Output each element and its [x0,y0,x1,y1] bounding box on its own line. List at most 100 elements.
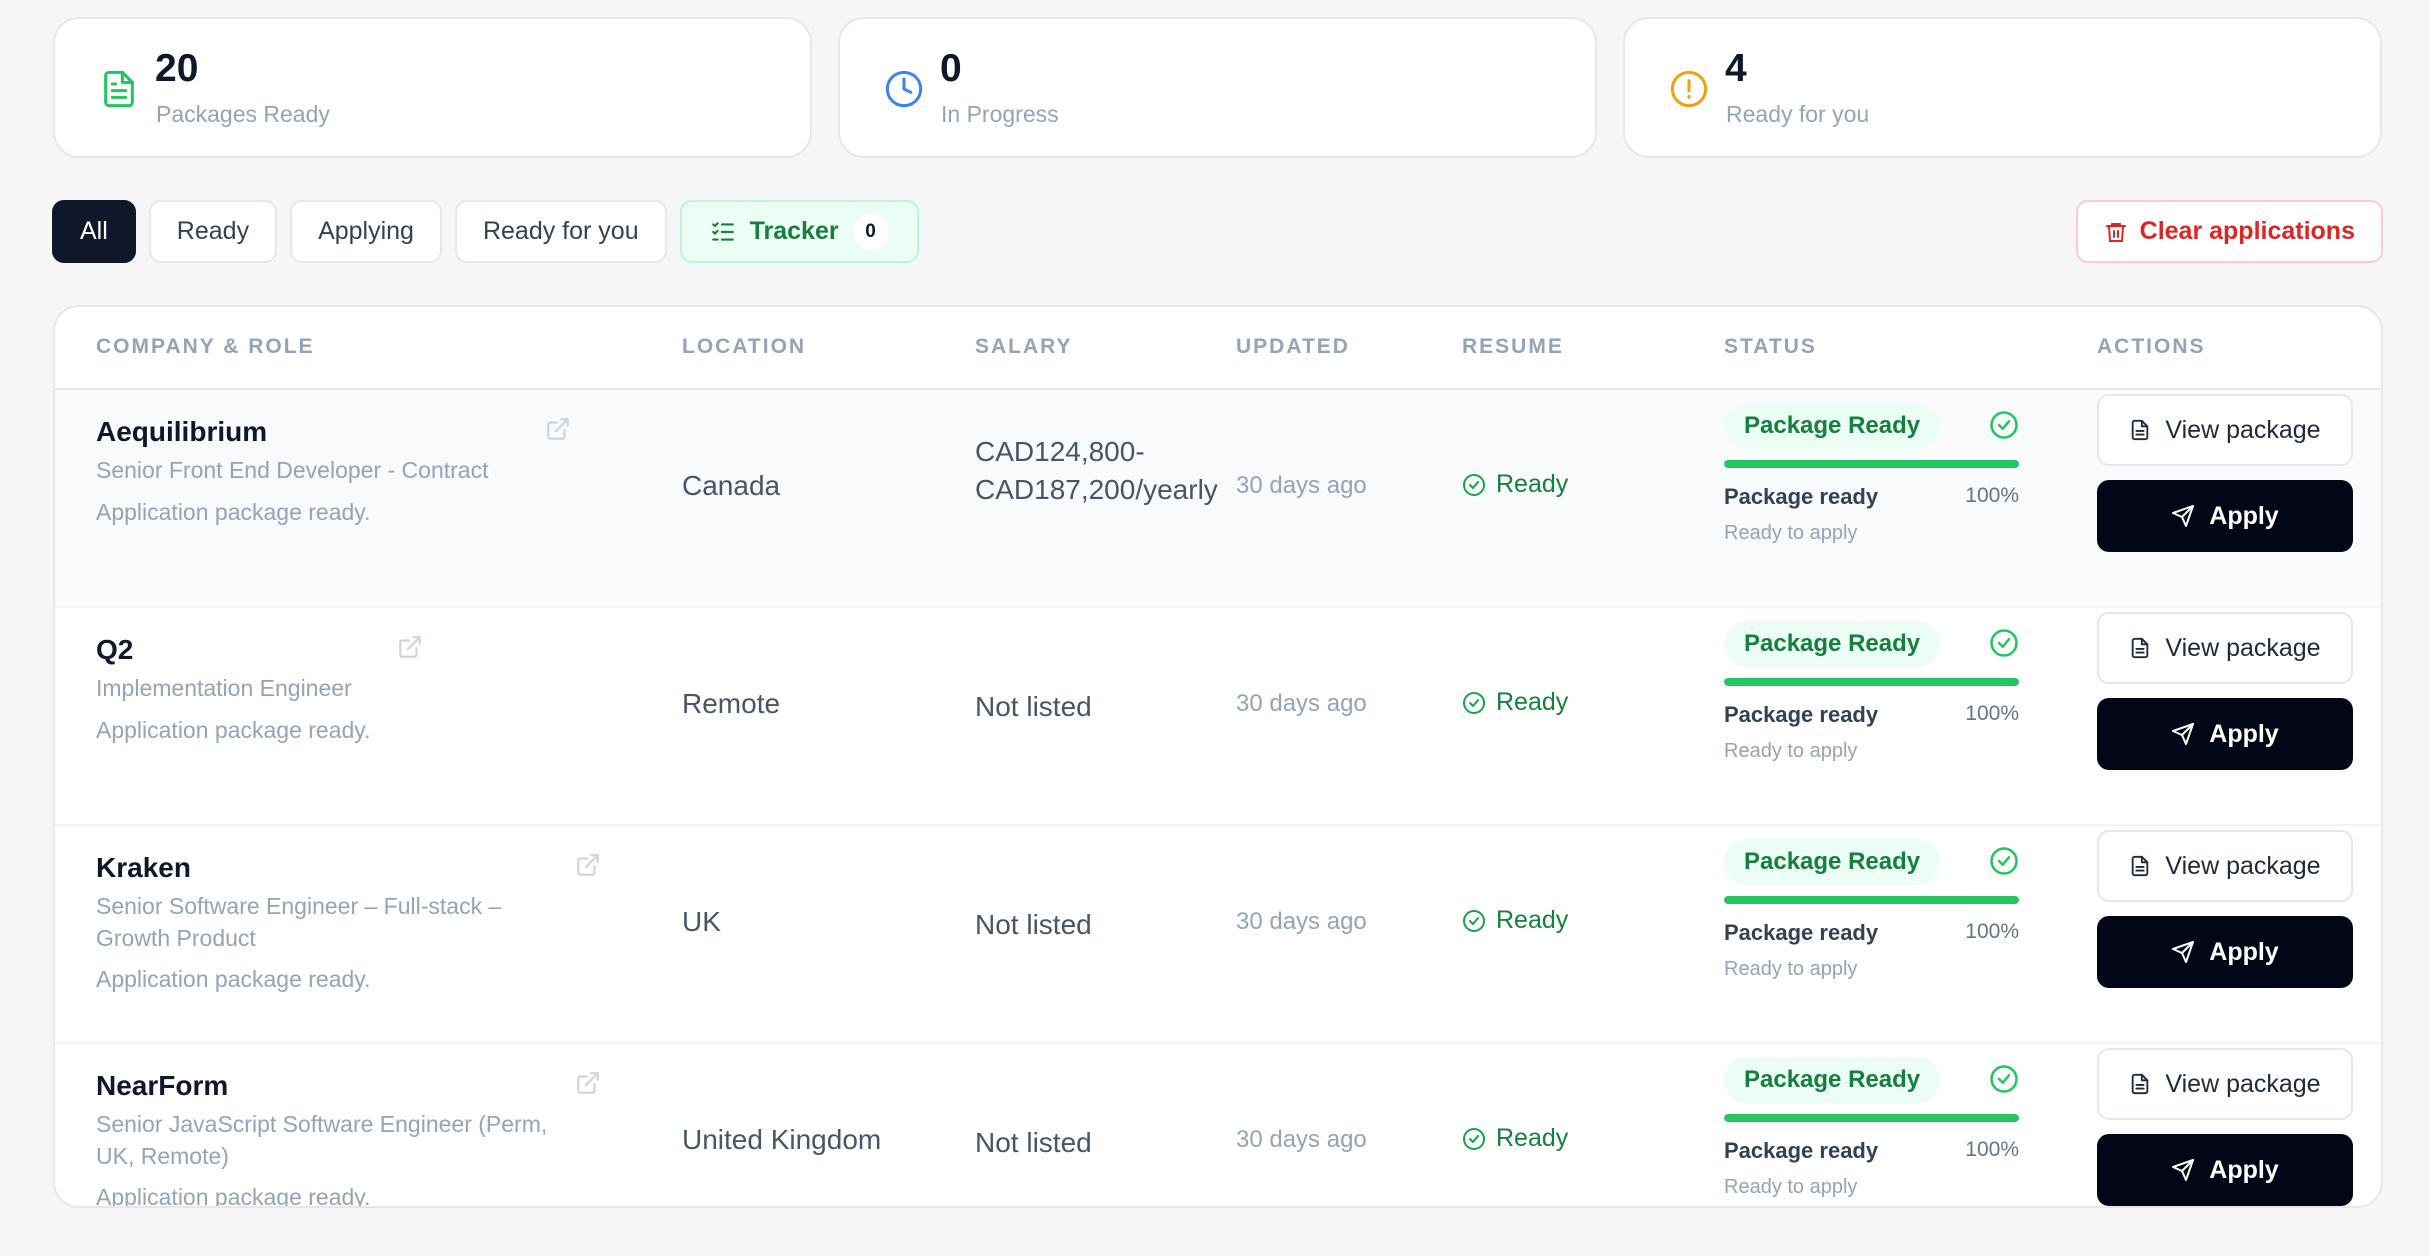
progress-percent: 100% [1965,920,2019,943]
updated-time: 30 days ago [1236,908,1367,935]
status-badge: Package Ready [1724,403,1941,449]
row-note: Application package ready. [96,1184,371,1208]
row-note: Application package ready. [96,717,371,743]
column-header-location: LOCATION [682,335,807,358]
table-row[interactable]: Aequilibrium Senior Front End Developer … [55,390,2381,608]
row-note: Application package ready. [96,966,371,992]
view-package-label: View package [2165,1069,2321,1098]
view-package-button[interactable]: View package [2097,612,2353,684]
resume-status: Ready [1462,688,1568,717]
job-role: Senior Front End Developer - Contract [96,457,489,483]
resume-status-label: Ready [1496,906,1569,934]
view-package-label: View package [2165,851,2321,880]
external-link-icon[interactable] [545,416,571,442]
external-link-icon[interactable] [575,852,601,878]
updated-time: 30 days ago [1236,1126,1367,1153]
view-package-label: View package [2165,415,2321,444]
send-icon [2172,941,2195,963]
stat-label: Packages Ready [156,101,330,127]
view-package-button[interactable]: View package [2097,1048,2353,1120]
apply-button[interactable]: Apply [2097,916,2353,988]
salary: Not listed [975,691,1092,722]
check-circle-icon [1990,629,2018,657]
send-icon [2172,1159,2195,1181]
view-package-button[interactable]: View package [2097,830,2353,902]
resume-status: Ready [1462,1124,1568,1153]
filter-all-button[interactable]: All [52,200,136,263]
document-icon [2132,855,2149,877]
tracker-count-badge: 0 [852,213,889,250]
sub-status: Ready to apply [1724,740,1858,762]
filter-applying-button[interactable]: Applying [290,200,442,263]
stat-card-in-progress: 0 In Progress [838,17,1597,158]
resume-status: Ready [1462,470,1568,499]
progress-label: Package ready [1724,484,1879,509]
location: UK [682,906,721,937]
progress-percent: 100% [1965,1138,2019,1161]
job-role: Implementation Engineer [96,675,352,701]
status-badge: Package Ready [1724,621,1941,667]
check-circle-icon [1463,1127,1485,1150]
resume-status-label: Ready [1496,470,1569,498]
filter-bar: All Ready Applying Ready for you Tracker… [52,200,919,263]
table-row[interactable]: NearForm Senior JavaScript Software Engi… [55,1044,2381,1208]
progress-label: Package ready [1724,702,1879,727]
stat-label: Ready for you [1726,101,1870,127]
progress-bar-fill [1724,678,2019,686]
check-circle-icon [1463,691,1485,714]
clear-applications-button[interactable]: Clear applications [2075,200,2383,263]
view-package-label: View package [2165,633,2321,662]
status-badge: Package Ready [1724,839,1941,885]
tracker-button[interactable]: Tracker 0 [679,200,919,263]
document-icon [104,70,134,108]
progress-bar-fill [1724,460,2019,468]
apply-label: Apply [2209,937,2279,966]
table-header: COMPANY & ROLE LOCATION SALARY UPDATED R… [55,307,2381,390]
progress-percent: 100% [1965,702,2019,725]
apply-button[interactable]: Apply [2097,698,2353,770]
sub-status: Ready to apply [1724,958,1858,980]
view-package-button[interactable]: View package [2097,394,2353,466]
salary: Not listed [975,909,1092,940]
company-name: Q2 [96,634,134,665]
apply-label: Apply [2209,719,2279,748]
clock-icon [885,70,923,108]
apply-button[interactable]: Apply [2097,480,2353,552]
resume-status-label: Ready [1496,1124,1569,1152]
company-name: Kraken [96,852,191,883]
check-circle-icon [1990,847,2018,875]
table-row[interactable]: Kraken Senior Software Engineer – Full-s… [55,826,2381,1044]
location: Canada [682,470,781,501]
job-role: Senior JavaScript Software Engineer (Per… [96,1111,548,1169]
progress-label: Package ready [1724,1138,1879,1163]
progress-bar [1724,678,2019,686]
trash-icon [2105,222,2126,242]
external-link-icon[interactable] [575,1070,601,1096]
stat-card-ready-for-you: 4 Ready for you [1623,17,2382,158]
sub-status: Ready to apply [1724,522,1858,544]
sub-status: Ready to apply [1724,1176,1858,1198]
check-circle-icon [1990,1065,2018,1093]
resume-status-label: Ready [1496,688,1569,716]
table-row[interactable]: Q2 Implementation Engineer Application p… [55,608,2381,826]
apply-label: Apply [2209,1155,2279,1184]
progress-bar [1724,896,2019,904]
stat-card-packages-ready: 20 Packages Ready [53,17,812,158]
document-icon [2132,1073,2149,1095]
location: United Kingdom [682,1124,882,1155]
location: Remote [682,688,781,719]
external-link-icon[interactable] [397,634,423,660]
stat-value: 20 [155,47,199,90]
filter-ready-for-you-button[interactable]: Ready for you [454,200,667,263]
progress-bar-fill [1724,896,2019,904]
apply-button[interactable]: Apply [2097,1134,2353,1206]
progress-bar-fill [1724,1114,2019,1122]
applications-table: COMPANY & ROLE LOCATION SALARY UPDATED R… [53,305,2383,1208]
stat-value: 4 [1725,47,1747,90]
updated-time: 30 days ago [1236,472,1367,499]
progress-bar [1724,460,2019,468]
filter-ready-button[interactable]: Ready [148,200,278,263]
check-circle-icon [1990,411,2018,439]
column-header-resume: RESUME [1462,335,1564,358]
updated-time: 30 days ago [1236,690,1367,717]
